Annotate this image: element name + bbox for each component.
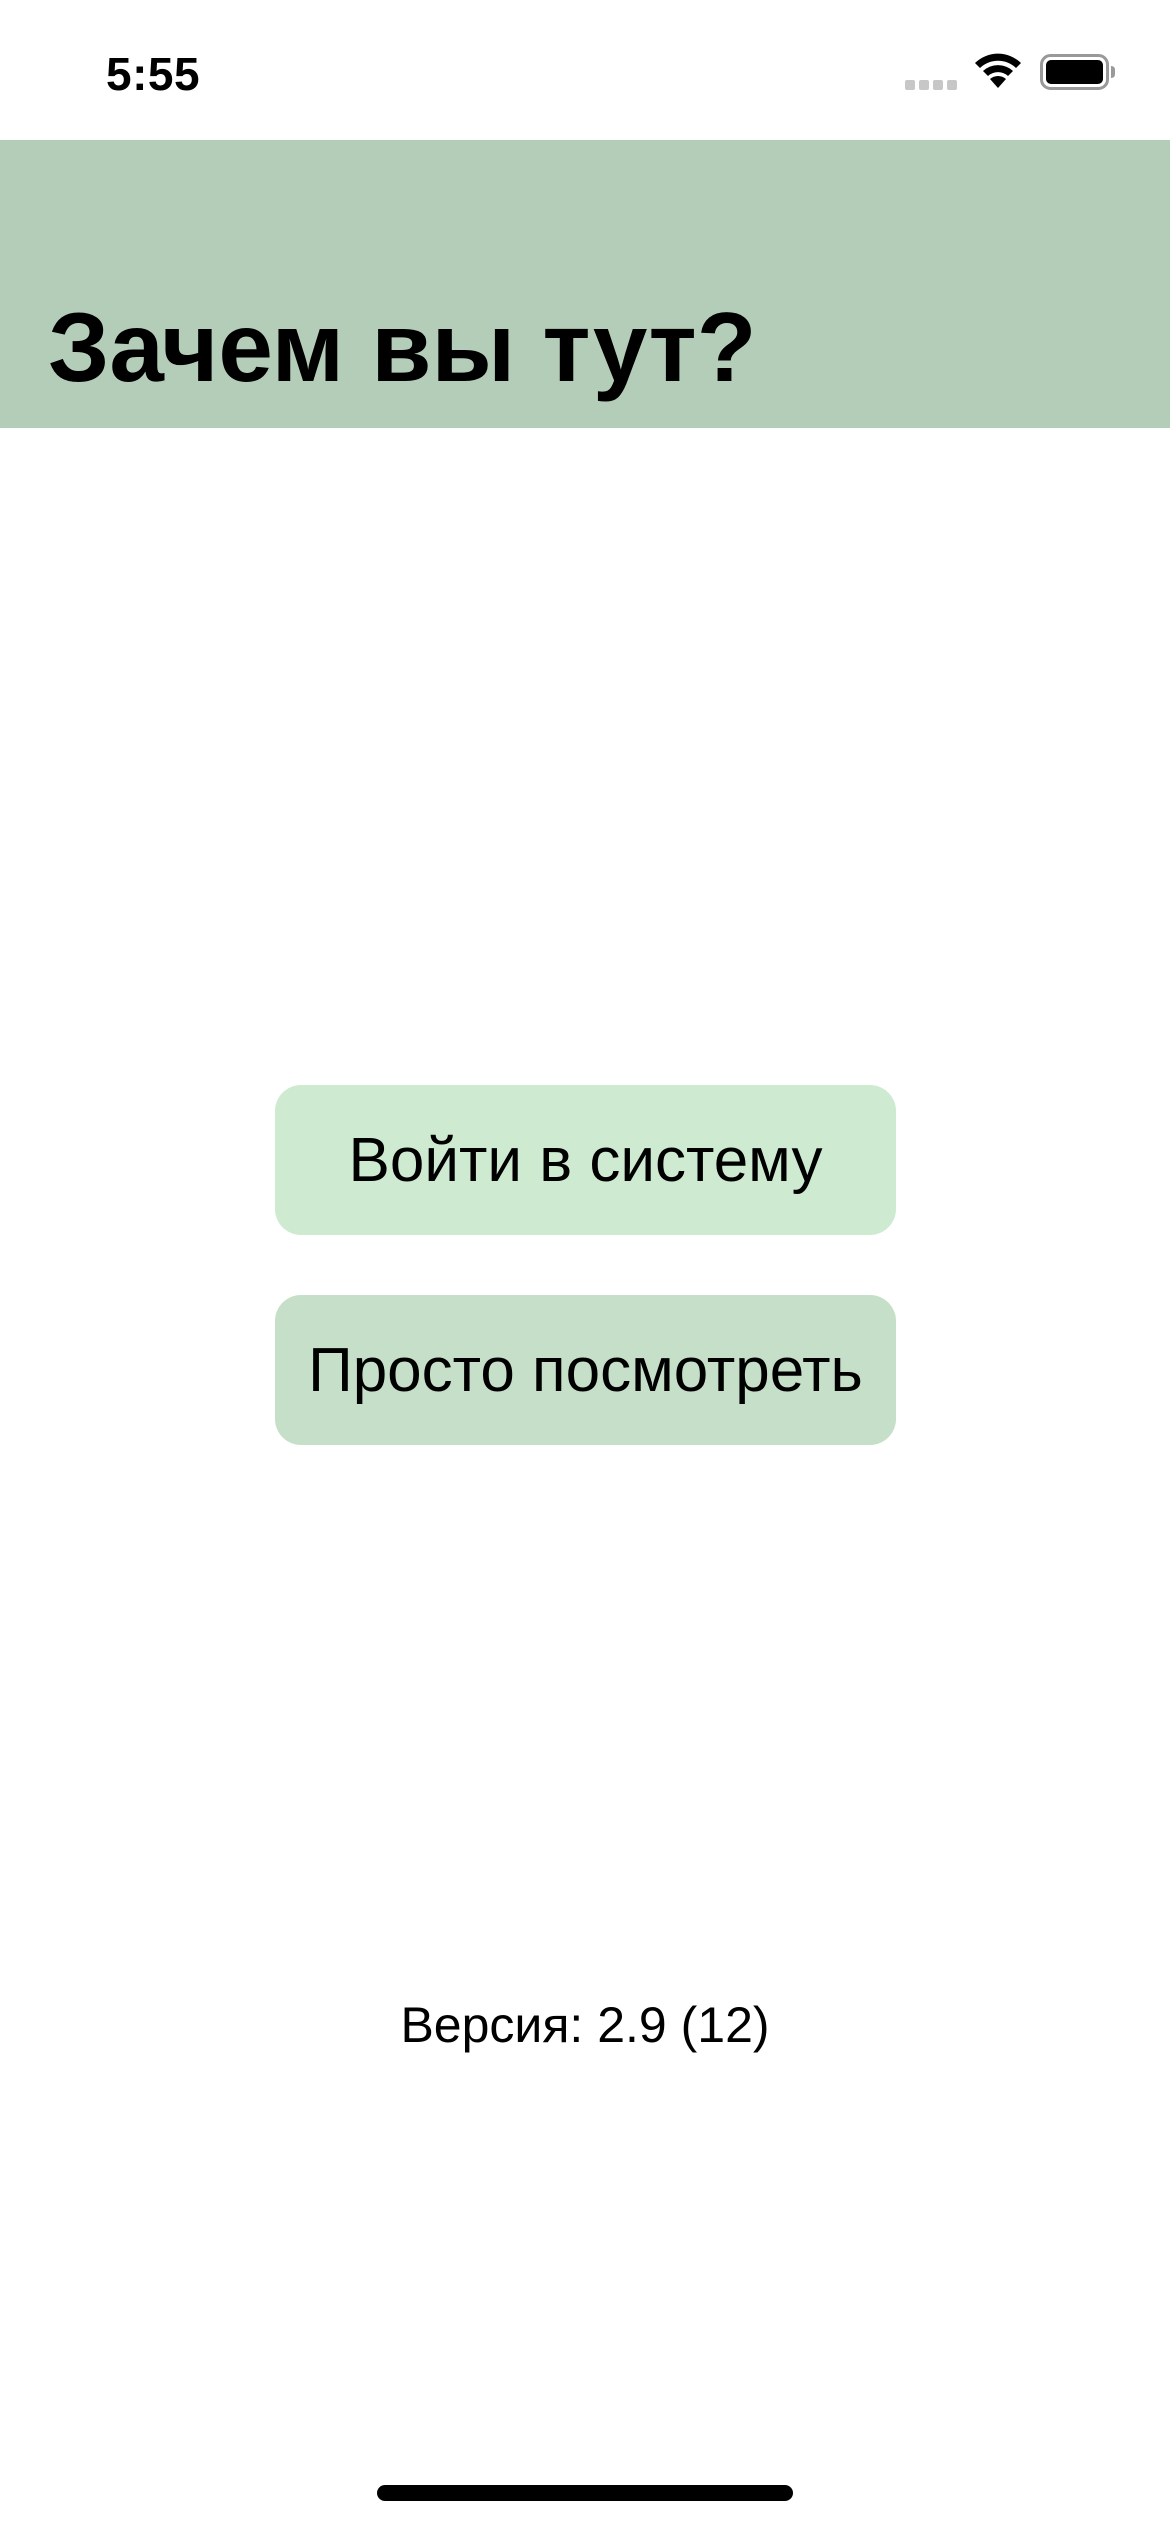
login-button-label: Войти в систему: [348, 1125, 823, 1195]
login-button[interactable]: Войти в систему: [275, 1085, 896, 1235]
version-label: Версия: 2.9 (12): [400, 1997, 770, 2053]
battery-icon: [1040, 54, 1115, 90]
page-title: Зачем вы тут?: [48, 292, 757, 402]
wifi-icon: [975, 53, 1021, 88]
home-indicator[interactable]: [377, 2485, 793, 2501]
status-time: 5:55: [106, 48, 201, 100]
signal-icon: [905, 80, 957, 90]
browse-button-label: Просто посмотреть: [308, 1335, 863, 1405]
browse-button[interactable]: Просто посмотреть: [275, 1295, 896, 1445]
status-bar: 5:55: [0, 0, 1170, 140]
header-bar: Зачем вы тут?: [0, 140, 1170, 428]
